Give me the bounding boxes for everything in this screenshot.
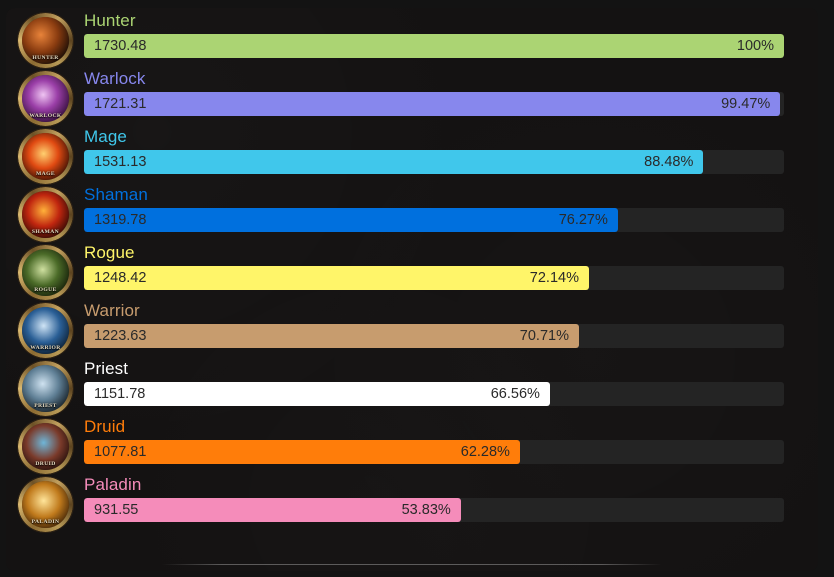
icon-caption: HUNTER [32, 55, 59, 61]
bar-percent-label: 70.71% [519, 328, 569, 344]
bar-percent-label: 53.83% [401, 502, 451, 518]
bar-track [84, 440, 784, 464]
bar-track [84, 92, 784, 116]
bar-track [84, 34, 784, 58]
bar-percent-label: 62.28% [460, 444, 510, 460]
bar-percent-label: 100% [736, 38, 774, 54]
bar-fill [84, 208, 618, 232]
class-name-label: Shaman [84, 185, 148, 204]
class-icon-druid[interactable]: DRUID [18, 419, 73, 474]
class-name-label: Druid [84, 417, 126, 436]
bar-percent-label: 76.27% [558, 212, 608, 228]
class-icon-rogue[interactable]: ROGUE [18, 245, 73, 300]
bar-value-label: 1223.63 [94, 328, 147, 344]
class-name-label: Priest [84, 359, 129, 378]
bar-track [84, 208, 784, 232]
class-name-label: Mage [84, 127, 127, 146]
icon-caption: PRIEST [34, 403, 57, 409]
class-name-label: Hunter [84, 11, 136, 30]
bar-percent-label: 99.47% [721, 96, 771, 112]
bar-fill [84, 34, 784, 58]
class-name-label: Warlock [84, 69, 146, 88]
icon-inner: PRIEST [22, 365, 69, 412]
class-row[interactable]: WARRIOR Warrior 1223.63 70.71% [6, 298, 818, 358]
icon-inner: SHAMAN [22, 191, 69, 238]
bottom-divider [162, 564, 662, 565]
class-name-label: Rogue [84, 243, 135, 262]
bar-value-label: 931.55 [94, 502, 139, 518]
bar-value-label: 1721.31 [94, 96, 147, 112]
bar-track [84, 382, 784, 406]
bar-fill [84, 150, 704, 174]
class-row[interactable]: PRIEST Priest 1151.78 66.56% [6, 356, 818, 416]
icon-inner: HUNTER [22, 17, 69, 64]
bar-fill [84, 382, 550, 406]
class-row[interactable]: MAGE Mage 1531.13 88.48% [6, 124, 818, 184]
class-icon-priest[interactable]: PRIEST [18, 361, 73, 416]
icon-inner: MAGE [22, 133, 69, 180]
icon-caption: ROGUE [34, 287, 57, 293]
icon-caption: SHAMAN [31, 229, 60, 235]
bar-fill [84, 324, 579, 348]
class-icon-hunter[interactable]: HUNTER [18, 13, 73, 68]
icon-caption: MAGE [35, 171, 55, 177]
class-icon-shaman[interactable]: SHAMAN [18, 187, 73, 242]
class-icon-mage[interactable]: MAGE [18, 129, 73, 184]
icon-caption: DRUID [35, 461, 56, 467]
icon-caption: PALADIN [31, 519, 60, 525]
bar-percent-label: 72.14% [529, 270, 579, 286]
icon-inner: PALADIN [22, 481, 69, 528]
bar-value-label: 1077.81 [94, 444, 147, 460]
bar-value-label: 1151.78 [94, 386, 146, 402]
class-row[interactable]: SHAMAN Shaman 1319.78 76.27% [6, 182, 818, 242]
class-icon-warlock[interactable]: WARLOCK [18, 71, 73, 126]
damage-meter-panel: HUNTER Hunter 1730.48 100% WARLOCK Warlock 172… [6, 8, 818, 571]
bar-track [84, 324, 784, 348]
icon-inner: WARLOCK [22, 75, 69, 122]
bar-track [84, 266, 784, 290]
class-name-label: Paladin [84, 475, 142, 494]
icon-caption: WARRIOR [30, 345, 61, 351]
icon-inner: ROGUE [22, 249, 69, 296]
class-ranking-list: HUNTER Hunter 1730.48 100% WARLOCK Warlock 172… [6, 8, 818, 532]
class-row[interactable]: DRUID Druid 1077.81 62.28% [6, 414, 818, 474]
class-row[interactable]: PALADIN Paladin 931.55 53.83% [6, 472, 818, 532]
icon-inner: DRUID [22, 423, 69, 470]
class-row[interactable]: HUNTER Hunter 1730.48 100% [6, 8, 818, 68]
class-icon-warrior[interactable]: WARRIOR [18, 303, 73, 358]
bar-value-label: 1531.13 [94, 154, 147, 170]
icon-caption: WARLOCK [29, 113, 62, 119]
bar-fill [84, 266, 589, 290]
bar-fill [84, 92, 781, 116]
bar-percent-label: 66.56% [490, 386, 540, 402]
class-name-label: Warrior [84, 301, 140, 320]
icon-inner: WARRIOR [22, 307, 69, 354]
bar-value-label: 1248.42 [94, 270, 147, 286]
class-row[interactable]: WARLOCK Warlock 1721.31 99.47% [6, 66, 818, 126]
bar-value-label: 1730.48 [94, 38, 147, 54]
bar-value-label: 1319.78 [94, 212, 147, 228]
class-icon-paladin[interactable]: PALADIN [18, 477, 73, 532]
bar-percent-label: 88.48% [644, 154, 694, 170]
bar-fill [84, 440, 520, 464]
class-row[interactable]: ROGUE Rogue 1248.42 72.14% [6, 240, 818, 300]
